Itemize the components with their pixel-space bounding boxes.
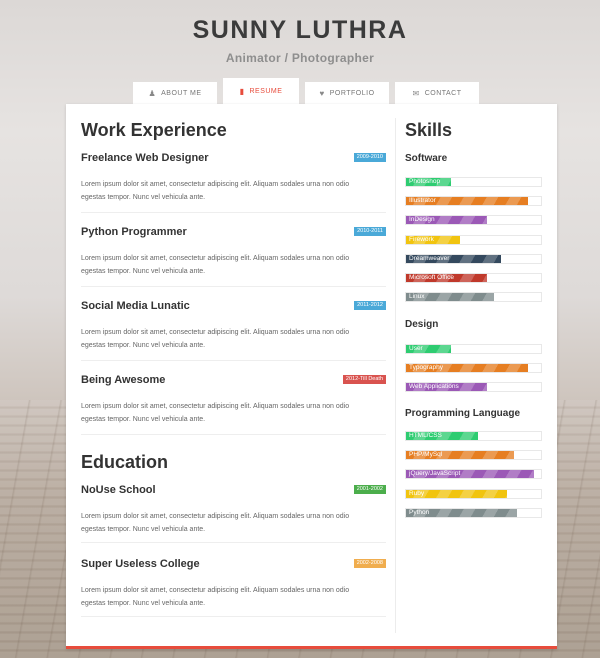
skill-label: Dreamweaver bbox=[409, 254, 450, 262]
skill-bar: Dreamweaver bbox=[405, 253, 542, 264]
skill-label: Ruby bbox=[409, 489, 425, 497]
job-entry: Freelance Web Designer 2009-2010 Lorem i… bbox=[81, 152, 386, 204]
school-title: NoUse School bbox=[81, 484, 156, 496]
tab-resume[interactable]: ▮ RESUME bbox=[223, 78, 299, 104]
description-line: egestas tempor. Nunc vel vehicula ante. bbox=[81, 526, 206, 533]
skill-label: PHP/MySql bbox=[409, 451, 443, 459]
column-divider bbox=[395, 118, 396, 633]
tab-portfolio[interactable]: ♥ PORTFOLIO bbox=[305, 82, 389, 104]
skill-label: Linux bbox=[409, 293, 425, 301]
year-badge: 2001-2002 bbox=[353, 485, 386, 494]
job-entry: Python Programmer 2010-2011 Lorem ipsum … bbox=[81, 226, 386, 278]
description-line: Lorem ipsum dolor sit amet, consectetur … bbox=[81, 513, 350, 520]
skill-label: Illustrator bbox=[409, 197, 436, 205]
person-name: SUNNY LUTHRA bbox=[192, 16, 408, 44]
skill-label: HTML/CSS bbox=[409, 432, 442, 439]
job-description: Lorem ipsum dolor sit amet, consectetur … bbox=[81, 326, 386, 352]
skill-label: Typography bbox=[409, 364, 443, 372]
skill-bar: Linux bbox=[405, 292, 542, 303]
tab-contact[interactable]: ✉ CONTACT bbox=[395, 82, 479, 104]
year-badge: 2012-Till Death bbox=[342, 375, 386, 384]
user-icon: ♟ bbox=[148, 88, 157, 98]
description-line: egestas tempor. Nunc vel vehicula ante. bbox=[81, 342, 206, 349]
separator bbox=[81, 542, 386, 543]
job-title: Social Media Lunatic bbox=[81, 300, 190, 312]
skill-label: Python bbox=[409, 508, 430, 516]
skill-bar: User bbox=[405, 344, 542, 354]
skill-bar: HTML/CSS bbox=[405, 431, 542, 441]
job-title: Being Awesome bbox=[81, 374, 166, 386]
work-experience-heading: Work Experience bbox=[81, 120, 227, 140]
year-badge: 2010-2011 bbox=[354, 227, 386, 236]
skill-label: Microsoft Office bbox=[409, 274, 455, 281]
skill-group-heading: Design bbox=[405, 319, 439, 330]
skill-group-heading: Programming Language bbox=[405, 408, 521, 419]
education-heading: Education bbox=[81, 452, 169, 472]
skill-bar: Typography bbox=[405, 363, 542, 374]
job-entry: Being Awesome 2012-Till Death Lorem ipsu… bbox=[81, 374, 386, 426]
school-entry: NoUse School 2001-2002 Lorem ipsum dolor… bbox=[81, 484, 386, 536]
description-line: Lorem ipsum dolor sit amet, consectetur … bbox=[81, 181, 350, 188]
job-description: Lorem ipsum dolor sit amet, consectetur … bbox=[81, 400, 386, 426]
resume-card: Work Experience Freelance Web Designer 2… bbox=[66, 104, 557, 649]
description-line: egestas tempor. Nunc vel vehicula ante. bbox=[81, 268, 206, 275]
school-description: Lorem ipsum dolor sit amet, consectetur … bbox=[81, 584, 386, 610]
skill-label: Photoshop bbox=[409, 178, 441, 185]
description-line: Lorem ipsum dolor sit amet, consectetur … bbox=[81, 403, 350, 410]
document-icon: ▮ bbox=[239, 86, 245, 96]
job-title: Python Programmer bbox=[81, 226, 187, 238]
separator bbox=[81, 212, 386, 213]
description-line: Lorem ipsum dolor sit amet, consectetur … bbox=[81, 587, 350, 594]
separator bbox=[81, 616, 386, 617]
separator bbox=[81, 360, 386, 361]
skills-heading: Skills bbox=[405, 120, 453, 140]
tab-about-me[interactable]: ♟ ABOUT ME bbox=[133, 82, 217, 104]
skill-label: InDesign bbox=[409, 216, 435, 224]
description-line: Lorem ipsum dolor sit amet, consectetur … bbox=[81, 255, 350, 262]
heart-icon: ♥ bbox=[319, 88, 325, 98]
separator bbox=[81, 286, 386, 287]
tab-label: RESUME bbox=[249, 87, 283, 95]
description-line: egestas tempor. Nunc vel vehicula ante. bbox=[81, 600, 206, 607]
page-header: SUNNY LUTHRA Animator / Photographer bbox=[0, 16, 600, 65]
job-title: Freelance Web Designer bbox=[81, 152, 209, 164]
skill-label: User bbox=[409, 345, 423, 352]
skill-bar: Microsoft Office bbox=[405, 273, 542, 283]
tab-label: ABOUT ME bbox=[161, 89, 202, 97]
skill-bar: Illustrator bbox=[405, 196, 542, 207]
tab-label: CONTACT bbox=[424, 89, 462, 97]
skill-label: Firework bbox=[409, 235, 434, 243]
skill-bar: Ruby bbox=[405, 488, 542, 499]
year-badge: 2011-2012 bbox=[354, 301, 386, 310]
school-description: Lorem ipsum dolor sit amet, consectetur … bbox=[81, 510, 386, 536]
description-line: egestas tempor. Nunc vel vehicula ante. bbox=[81, 416, 206, 423]
skill-bar: PHP/MySql bbox=[405, 450, 542, 461]
envelope-icon: ✉ bbox=[412, 88, 420, 98]
skill-group-heading: Software bbox=[405, 153, 448, 164]
skill-label: Web Applications bbox=[409, 383, 459, 391]
job-entry: Social Media Lunatic 2011-2012 Lorem ips… bbox=[81, 300, 386, 352]
skill-bar: InDesign bbox=[405, 215, 542, 226]
skill-bar: Python bbox=[405, 507, 542, 518]
separator bbox=[81, 434, 386, 435]
job-description: Lorem ipsum dolor sit amet, consectetur … bbox=[81, 178, 386, 204]
description-line: egestas tempor. Nunc vel vehicula ante. bbox=[81, 194, 206, 201]
skill-bar: Web Applications bbox=[405, 382, 542, 393]
job-description: Lorem ipsum dolor sit amet, consectetur … bbox=[81, 252, 386, 278]
year-badge: 2009-2010 bbox=[353, 153, 386, 162]
skill-bar: Firework bbox=[405, 234, 542, 245]
school-title: Super Useless College bbox=[81, 558, 200, 570]
year-badge: 2002-2008 bbox=[353, 559, 386, 568]
description-line: Lorem ipsum dolor sit amet, consectetur … bbox=[81, 329, 350, 336]
nav-tabs: ♟ ABOUT ME ▮ RESUME ♥ PORTFOLIO ✉ CONTAC… bbox=[133, 78, 479, 104]
skill-label: jQuery/JavaScript bbox=[409, 470, 461, 478]
person-subtitle: Animator / Photographer bbox=[225, 51, 375, 65]
skill-bar: Photoshop bbox=[405, 177, 542, 187]
school-entry: Super Useless College 2002-2008 Lorem ip… bbox=[81, 558, 386, 610]
tab-label: PORTFOLIO bbox=[329, 89, 375, 97]
skill-bar: jQuery/JavaScript bbox=[405, 469, 542, 480]
